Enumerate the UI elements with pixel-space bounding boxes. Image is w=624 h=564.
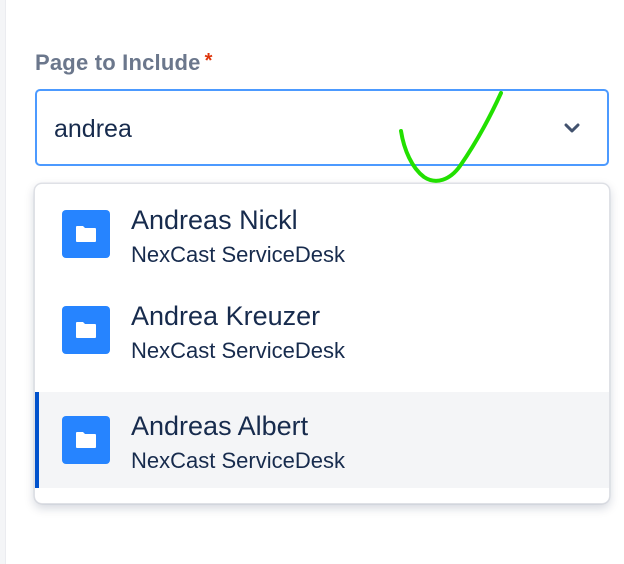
- page-select[interactable]: [35, 89, 609, 166]
- option-andreas-nickl[interactable]: Andreas Nickl NexCast ServiceDesk: [35, 186, 609, 282]
- left-divider: [0, 0, 6, 564]
- option-space: NexCast ServiceDesk: [131, 338, 345, 363]
- page: Page to Include* Andreas Nickl NexCast S…: [0, 0, 624, 564]
- option-space: NexCast ServiceDesk: [131, 448, 345, 473]
- option-title: Andreas Nickl: [131, 205, 298, 235]
- folder-icon: [62, 210, 110, 258]
- chevron-down-icon[interactable]: [561, 117, 583, 139]
- field-label: Page to Include *: [35, 50, 213, 76]
- option-andreas-albert[interactable]: Andreas Albert NexCast ServiceDesk: [35, 392, 609, 488]
- option-title: Andreas Albert: [131, 411, 309, 441]
- option-title: Andrea Kreuzer: [131, 301, 321, 331]
- required-marker: *: [204, 50, 213, 72]
- folder-icon: [62, 306, 110, 354]
- page-search-input[interactable]: [54, 113, 534, 145]
- option-space: NexCast ServiceDesk: [131, 242, 345, 267]
- options-dropdown: Andreas Nickl NexCast ServiceDesk Andrea…: [34, 183, 610, 504]
- folder-icon: [62, 416, 110, 464]
- field-label-text: Page to Include: [35, 50, 201, 75]
- option-andrea-kreuzer[interactable]: Andrea Kreuzer NexCast ServiceDesk: [35, 282, 609, 378]
